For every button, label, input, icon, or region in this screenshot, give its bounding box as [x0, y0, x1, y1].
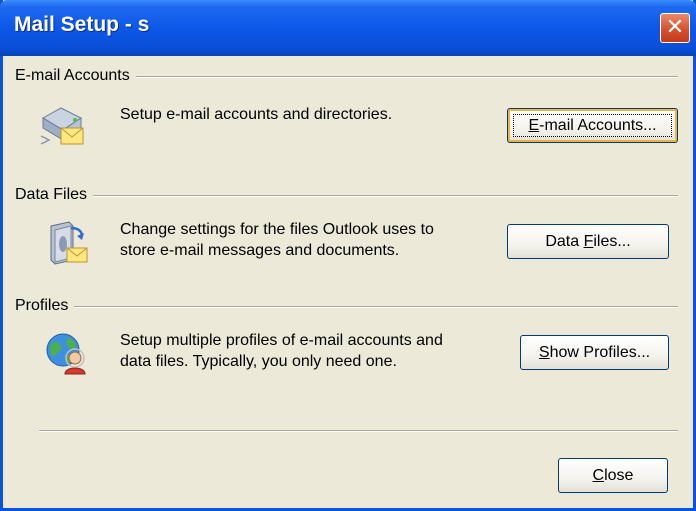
data-files-description: Change settings for the files Outlook us… — [120, 221, 434, 259]
show-profiles-button[interactable]: Show Profiles... — [520, 335, 669, 370]
data-files-heading: Data Files — [15, 186, 94, 204]
data-file-mail-icon — [43, 220, 91, 273]
email-accounts-heading: E-mail Accounts — [15, 67, 136, 85]
profiles-description: Setup multiple profiles of e-mail accoun… — [120, 332, 443, 370]
close-window-button[interactable]: ✕ — [660, 13, 690, 43]
window-title: Mail Setup - s — [14, 13, 150, 36]
email-accounts-description: Setup e-mail accounts and directories. — [120, 106, 393, 123]
footer-divider — [39, 430, 678, 432]
email-accounts-button[interactable]: E-mail Accounts... — [507, 108, 678, 143]
data-files-divider — [15, 195, 678, 197]
globe-user-profile-icon — [43, 330, 91, 383]
profiles-heading: Profiles — [15, 297, 75, 315]
data-files-button[interactable]: Data Files... — [507, 224, 669, 259]
email-server-envelope-icon — [39, 100, 87, 153]
title-bar[interactable]: Mail Setup - s ✕ — [0, 0, 696, 56]
close-button[interactable]: Close — [558, 458, 668, 493]
close-icon: ✕ — [665, 15, 685, 40]
profiles-divider — [15, 306, 678, 308]
mail-setup-dialog: Mail Setup - s ✕ E-mail Accounts Setup e… — [0, 0, 696, 511]
